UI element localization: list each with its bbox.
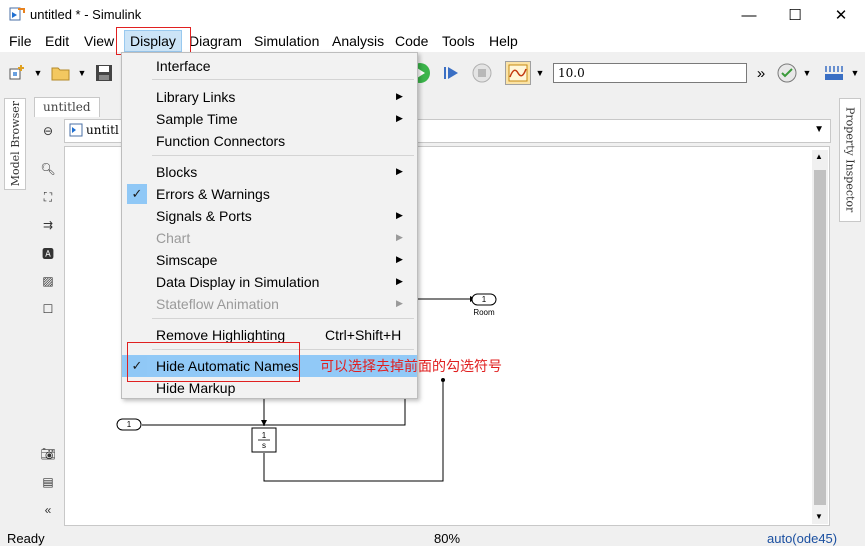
inport-line — [142, 396, 406, 426]
menu-separator — [152, 155, 414, 156]
menu-separator — [152, 79, 414, 80]
submenu-arrow-icon: ▶ — [396, 91, 403, 101]
submenu-arrow-icon: ▶ — [396, 276, 403, 286]
menu-separator — [152, 318, 414, 319]
property-inspector-tab-label: Property Inspector — [843, 107, 857, 213]
submenu-arrow-icon: ▶ — [396, 166, 403, 176]
integrator-numerator: 1 — [261, 431, 267, 440]
menu-item-data-display[interactable]: Data Display in Simulation ▶ — [122, 271, 417, 293]
scroll-up-icon[interactable]: ▲ — [815, 152, 823, 161]
menu-item-signals-ports[interactable]: Signals & Ports ▶ — [122, 205, 417, 227]
submenu-arrow-icon: ▶ — [396, 232, 403, 242]
check-icon: ✓ — [127, 184, 147, 204]
status-text: Ready — [7, 531, 45, 546]
submenu-arrow-icon: ▶ — [396, 298, 403, 308]
menu-item-library-links[interactable]: Library Links ▶ — [122, 86, 417, 108]
submenu-arrow-icon: ▶ — [396, 113, 403, 123]
outport-name: Room — [473, 308, 495, 317]
inport-number: 1 — [126, 420, 132, 429]
menu-item-function-connectors[interactable]: Function Connectors — [122, 130, 417, 152]
submenu-arrow-icon: ▶ — [396, 254, 403, 264]
annotation-text: 可以选择去掉前面的勾选符号 — [320, 358, 502, 374]
outport-number: 1 — [481, 295, 487, 304]
menu-item-chart: Chart ▶ — [156, 230, 403, 246]
vertical-scrollbar[interactable]: ▲ ▼ — [812, 150, 828, 524]
zoom-level: 80% — [434, 531, 461, 546]
submenu-arrow-icon: ▶ — [396, 210, 403, 220]
menu-item-stateflow-animation: Stateflow Animation ▶ — [156, 296, 403, 312]
hide-automatic-names-highlight-box — [127, 342, 300, 382]
integrator-denominator: s — [262, 441, 266, 450]
menu-item-interface[interactable]: Interface — [122, 55, 417, 77]
property-inspector-tab[interactable]: Property Inspector — [839, 98, 861, 222]
status-bar: Ready 80% auto(ode45) — [0, 531, 865, 546]
scrollbar-thumb[interactable] — [814, 170, 826, 505]
shortcut-label: Ctrl+Shift+H — [325, 327, 402, 343]
scroll-down-icon[interactable]: ▼ — [815, 512, 823, 521]
solver-link[interactable]: auto(ode45) — [767, 531, 837, 546]
menu-item-simscape[interactable]: Simscape ▶ — [122, 249, 417, 271]
menu-item-errors-warnings[interactable]: ✓ Errors & Warnings — [122, 183, 417, 205]
menu-item-sample-time[interactable]: Sample Time ▶ — [122, 108, 417, 130]
menu-item-blocks[interactable]: Blocks ▶ — [122, 161, 417, 183]
